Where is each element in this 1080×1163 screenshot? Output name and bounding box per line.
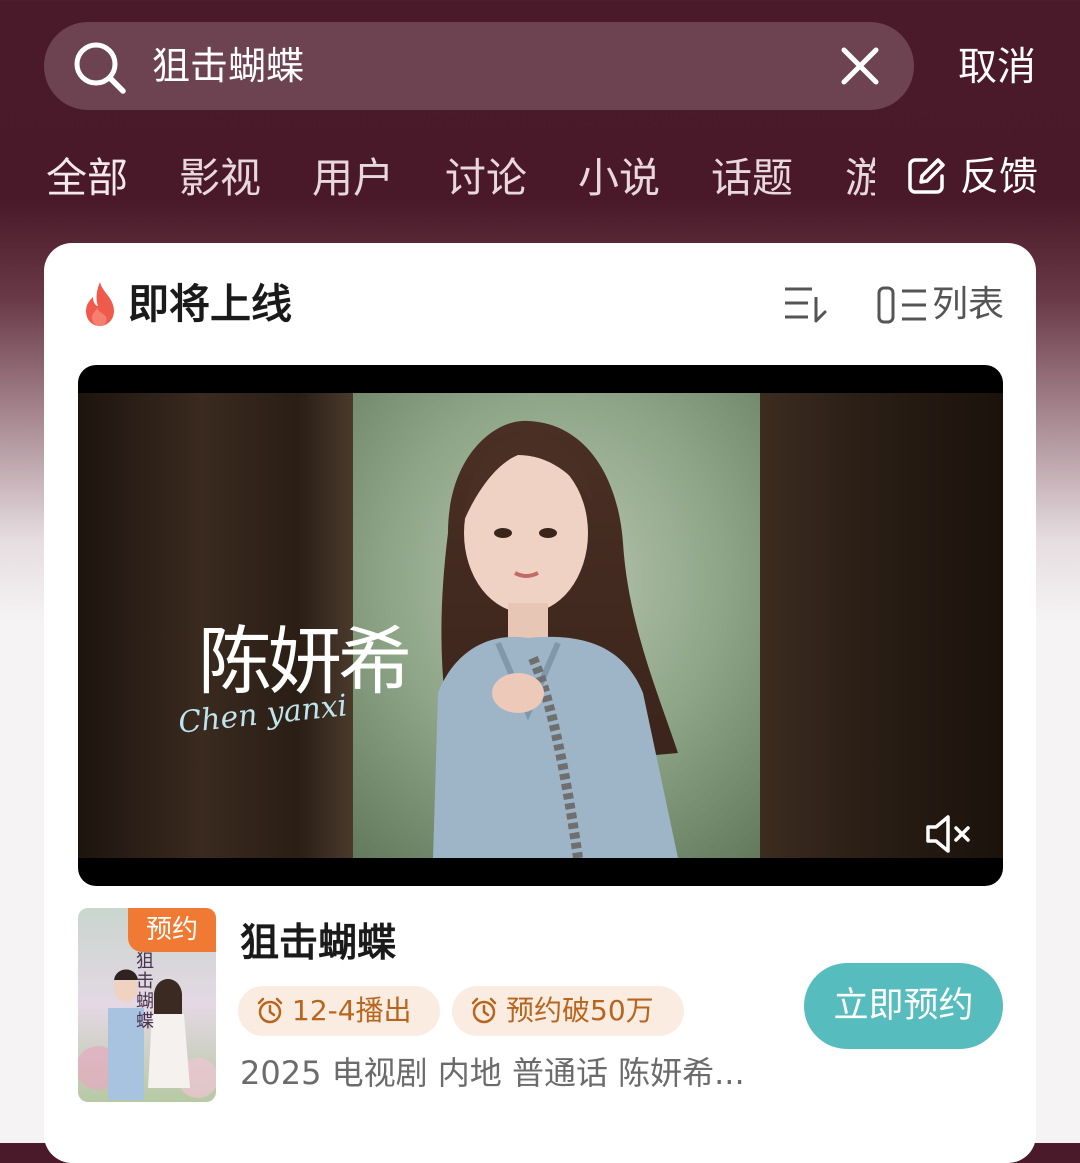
clock-icon	[471, 997, 497, 1024]
air-date-text: 12-4播出	[292, 994, 412, 1027]
reserve-badge: 预约	[128, 908, 216, 952]
tab-novels[interactable]: 小说	[578, 148, 660, 208]
tab-users[interactable]: 用户	[312, 148, 394, 208]
fire-icon	[86, 282, 114, 326]
tab-discussions[interactable]: 讨论	[445, 148, 527, 208]
reserve-now-button[interactable]: 立即预约	[804, 963, 1003, 1049]
search-query[interactable]: 狙击蝴蝶	[152, 36, 304, 96]
mute-icon[interactable]	[924, 812, 974, 856]
sort-icon[interactable]	[782, 283, 828, 325]
tab-all[interactable]: 全部	[46, 148, 128, 208]
list-label: 列表	[932, 284, 1005, 325]
tab-film-tv[interactable]: 影视	[179, 148, 261, 208]
edit-icon	[908, 158, 945, 194]
poster-caption: 狙击蝴蝶	[136, 951, 154, 1032]
cancel-button[interactable]: 取消	[958, 40, 1036, 96]
clock-icon	[257, 997, 283, 1024]
air-date-chip: 12-4播出	[238, 986, 440, 1036]
search-icon	[74, 42, 126, 94]
feedback-label: 反馈	[960, 155, 1039, 200]
show-meta: 2025 电视剧 内地 普通话 陈妍希...	[240, 1054, 745, 1092]
section-title: 即将上线	[128, 280, 292, 328]
reservations-text: 预约破50万	[506, 994, 654, 1027]
trailer-video[interactable]: 陈妍希 Chen yanxi	[78, 365, 1003, 886]
tab-games[interactable]: 游	[845, 148, 875, 208]
clear-search-icon[interactable]	[836, 42, 884, 90]
reservations-chip: 预约破50万	[452, 986, 684, 1036]
show-title[interactable]: 狙击蝴蝶	[240, 916, 396, 972]
list-icon	[877, 286, 926, 324]
tab-topics[interactable]: 话题	[711, 148, 793, 208]
category-tabs: 全部 影视 用户 讨论 小说 话题 游 反馈	[0, 148, 1080, 212]
